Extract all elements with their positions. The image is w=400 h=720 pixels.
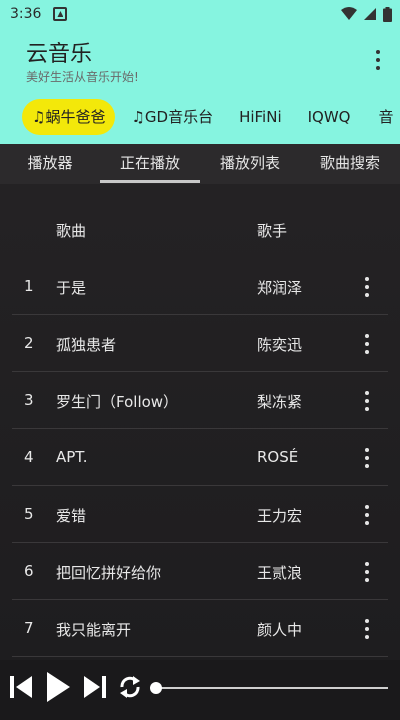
table-row[interactable]: 7 我只能离开 颜人中: [12, 600, 388, 657]
row-more-icon[interactable]: [358, 446, 376, 470]
row-index: 3: [24, 391, 34, 409]
seek-bar[interactable]: [156, 687, 388, 689]
song-artist: 王力宏: [257, 507, 303, 525]
song-title: 罗生门（Follow）: [56, 393, 179, 411]
battery-icon: [383, 6, 392, 22]
row-index: 1: [24, 277, 34, 295]
row-index: 5: [24, 505, 34, 523]
table-row[interactable]: 2 孤独患者 陈奕迅: [12, 315, 388, 372]
seek-handle[interactable]: [150, 682, 162, 694]
cell-signal-icon: [363, 7, 377, 21]
tab-playlist[interactable]: 播放列表: [200, 144, 300, 184]
song-artist: 王贰浪: [257, 564, 303, 582]
status-icons: [341, 6, 392, 22]
notification-app-icon: [53, 7, 68, 21]
table-row[interactable]: 1 于是 郑润泽: [12, 258, 388, 315]
app-title: 云音乐: [26, 42, 93, 67]
row-more-icon[interactable]: [358, 617, 376, 641]
active-tab-indicator: [100, 180, 200, 183]
source-tab-hifini[interactable]: HiFiNi: [229, 99, 292, 135]
app-subtitle: 美好生活从音乐开始!: [26, 70, 139, 84]
song-artist: 郑润泽: [257, 279, 303, 297]
row-more-icon[interactable]: [358, 275, 376, 299]
song-title: APT.: [56, 448, 88, 466]
main-tabs: 播放器 正在播放 播放列表 歌曲搜索: [0, 144, 400, 184]
song-title: 把回忆拼好给你: [56, 564, 162, 582]
song-artist: 陈奕迅: [257, 336, 303, 354]
table-row[interactable]: 5 爱错 王力宏: [12, 486, 388, 543]
play-icon[interactable]: [44, 670, 72, 704]
song-artist: ROSÉ: [257, 448, 299, 466]
skip-previous-icon[interactable]: [8, 672, 34, 702]
skip-next-icon[interactable]: [82, 672, 108, 702]
tab-now-playing[interactable]: 正在播放: [100, 144, 200, 184]
player-controls: [0, 660, 400, 720]
source-tab-woniu[interactable]: ♫蜗牛爸爸: [22, 99, 116, 135]
song-artist: 梨冻紧: [257, 393, 303, 411]
app-header: 云音乐 美好生活从音乐开始! ♫蜗牛爸爸 ♫GD音乐台 HiFiNi IQWQ …: [0, 28, 400, 144]
status-bar: 3:36: [0, 0, 400, 28]
song-title: 爱错: [56, 507, 87, 525]
row-more-icon[interactable]: [358, 332, 376, 356]
column-header-song: 歌曲: [56, 222, 87, 240]
row-index: 4: [24, 448, 34, 466]
source-tab-iqwq[interactable]: IQWQ: [298, 99, 361, 135]
source-tab-more[interactable]: 音: [369, 99, 400, 135]
row-index: 7: [24, 619, 34, 637]
song-title: 孤独患者: [56, 336, 117, 354]
row-more-icon[interactable]: [358, 503, 376, 527]
song-artist: 颜人中: [257, 621, 303, 639]
row-more-icon[interactable]: [358, 560, 376, 584]
wifi-icon: [341, 7, 357, 21]
song-title: 我只能离开: [56, 621, 132, 639]
overflow-menu-icon[interactable]: [370, 48, 386, 72]
tab-song-search[interactable]: 歌曲搜索: [300, 144, 400, 184]
row-more-icon[interactable]: [358, 389, 376, 413]
table-row[interactable]: 3 罗生门（Follow） 梨冻紧: [12, 372, 388, 429]
song-title: 于是: [56, 279, 87, 297]
table-row[interactable]: 6 把回忆拼好给你 王贰浪: [12, 543, 388, 600]
source-tab-gd[interactable]: ♫GD音乐台: [121, 99, 223, 135]
tab-player[interactable]: 播放器: [0, 144, 100, 184]
table-row[interactable]: 4 APT. ROSÉ: [12, 429, 388, 486]
column-header-artist: 歌手: [257, 222, 288, 240]
table-header: 歌曲 歌手: [0, 204, 400, 252]
status-time: 3:36: [10, 6, 42, 22]
source-tabs: ♫蜗牛爸爸 ♫GD音乐台 HiFiNi IQWQ 音: [0, 98, 400, 136]
row-index: 6: [24, 562, 34, 580]
row-index: 2: [24, 334, 34, 352]
repeat-icon[interactable]: [116, 672, 144, 702]
now-playing-list: 歌曲 歌手 1 于是 郑润泽 2 孤独患者 陈奕迅 3 罗生门（Follow） …: [0, 184, 400, 660]
